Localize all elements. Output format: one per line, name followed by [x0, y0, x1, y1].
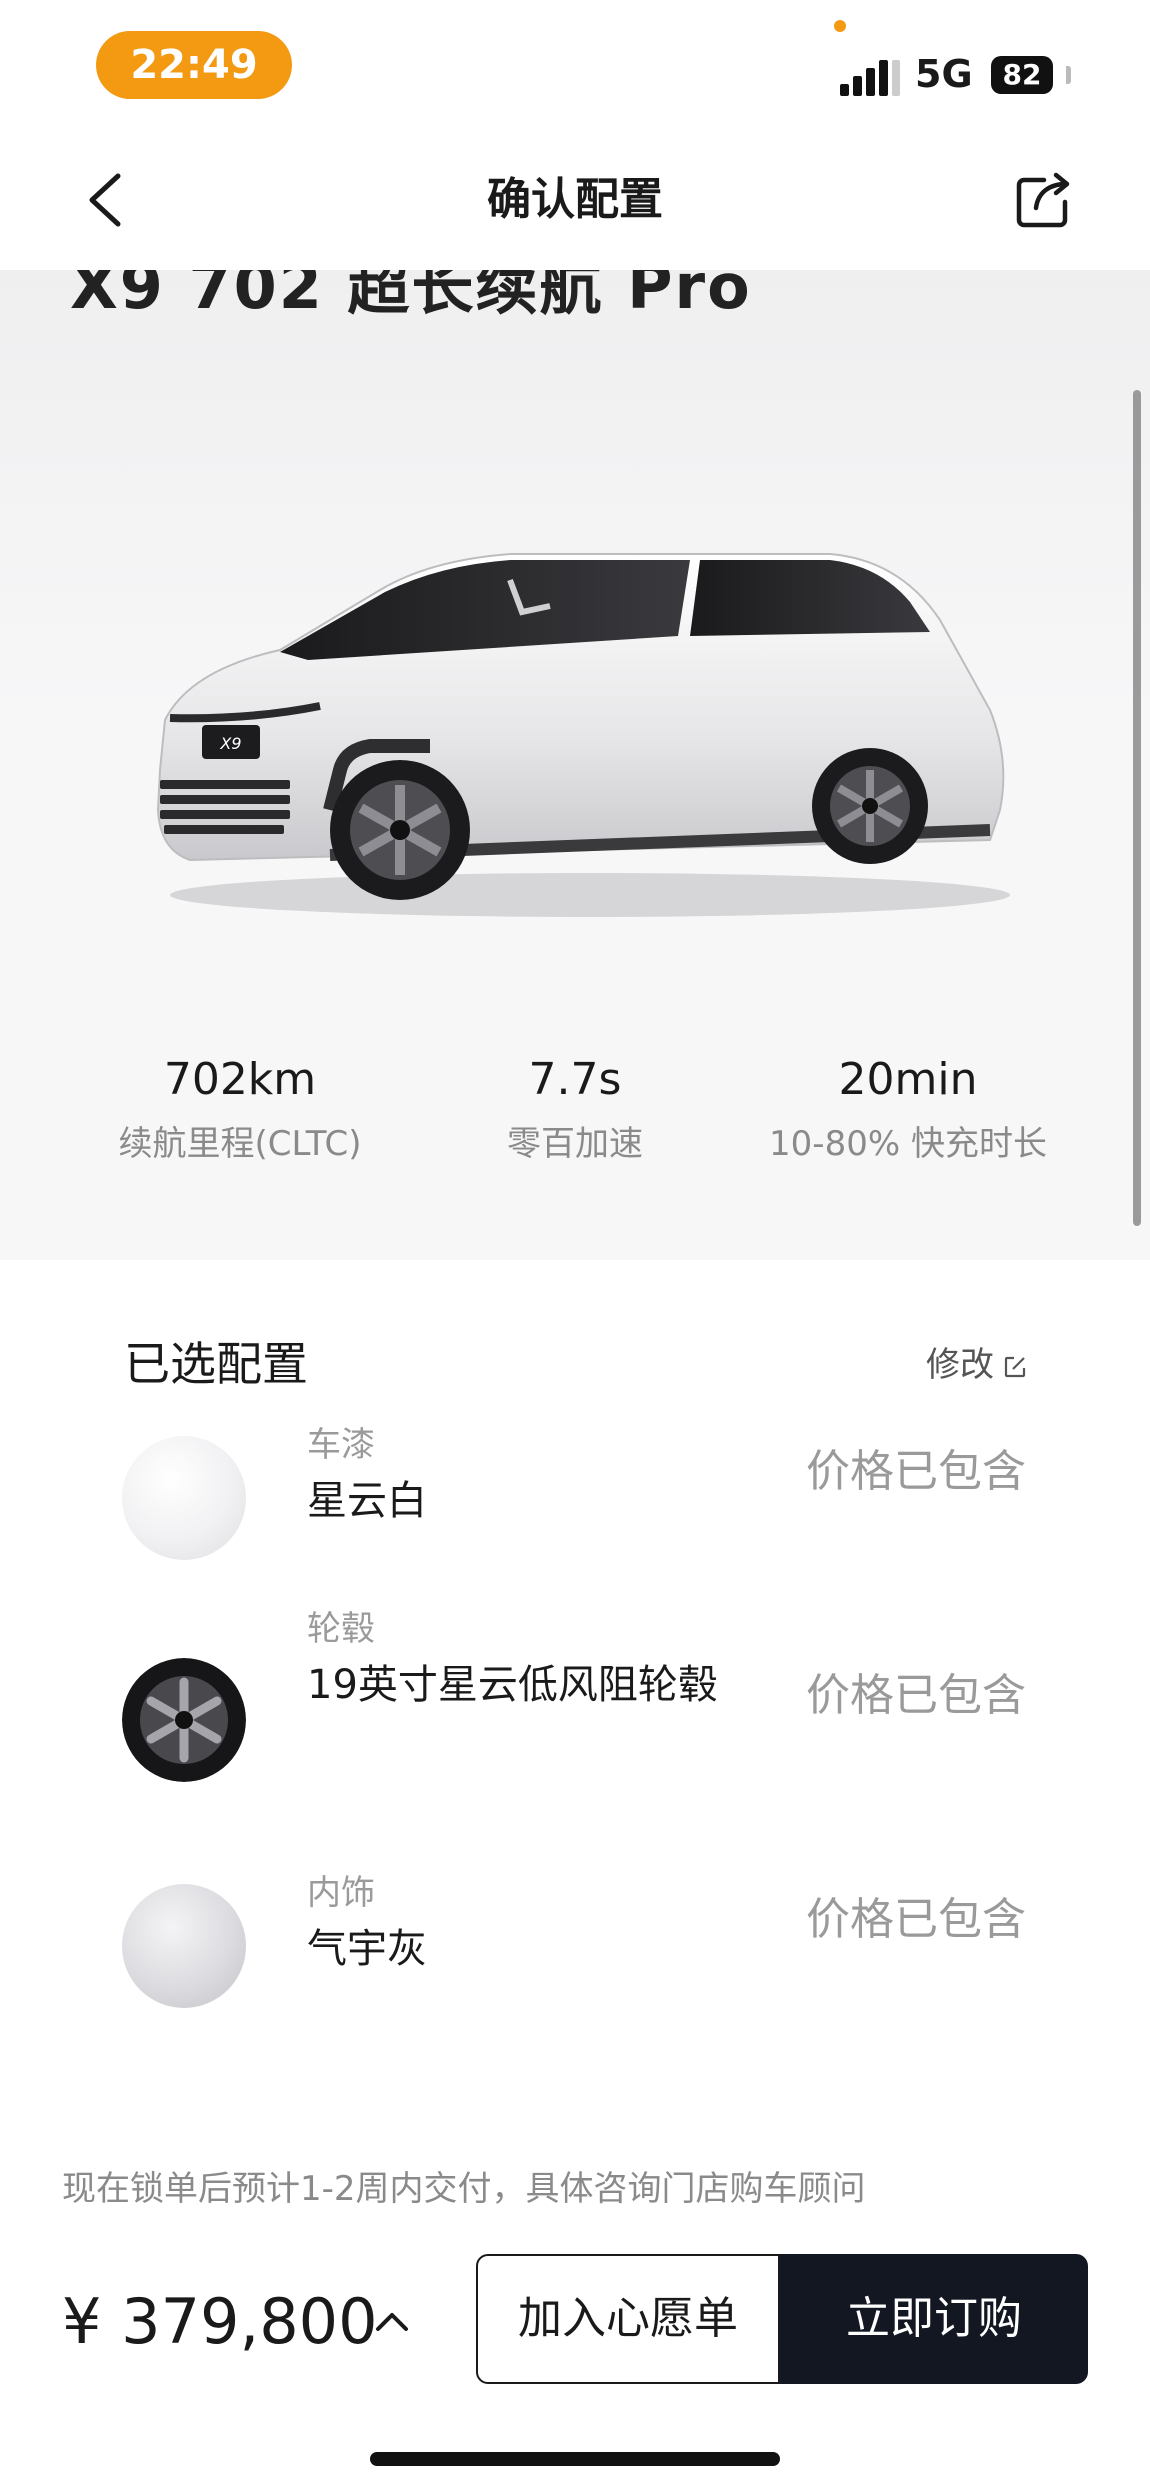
stat-value: 702km: [163, 1054, 317, 1105]
config-item-paint[interactable]: 车漆 星云白 价格已包含: [62, 1400, 1088, 1560]
signal-icon: [840, 60, 900, 96]
config-price: 价格已包含: [806, 1894, 1026, 1945]
car-badge: X9: [219, 734, 241, 753]
stat-range: 702km 续航里程(CLTC): [60, 1045, 420, 1173]
car-image: X9: [156, 553, 1010, 917]
status-time[interactable]: 22:49: [96, 31, 292, 99]
selected-config-card: 已选配置 修改 车漆 星云白 价格已包含 轮毂 19英寸星云低风阻轮毂 价格已包…: [62, 1272, 1088, 2127]
config-value: 19英寸星云低风阻轮毂: [307, 1662, 718, 1708]
battery-icon: 82: [991, 56, 1053, 94]
config-value: 星云白: [307, 1478, 427, 1524]
model-title: X9 702 超长续航 Pro: [70, 270, 752, 323]
config-category: 内饰: [307, 1873, 375, 1913]
wheel-thumbnail: [122, 1658, 246, 1782]
total-price[interactable]: ¥ 379,800: [62, 2272, 378, 2372]
stat-fast-charge: 20min 10-80% 快充时长: [728, 1045, 1088, 1173]
stat-value: 7.7s: [528, 1054, 622, 1105]
network-type: 5G: [915, 52, 973, 96]
edit-config-button[interactable]: 修改: [926, 1340, 1026, 1390]
battery-tip: [1066, 66, 1071, 84]
spec-stats: 702km 续航里程(CLTC) 7.7s 零百加速 20min 10-80% …: [0, 1045, 1150, 1185]
external-link-icon: [1004, 1356, 1026, 1378]
paint-swatch: [122, 1436, 246, 1560]
purchase-bar: 现在锁单后预计1-2周内交付，具体咨询门店购车顾问 ¥ 379,800 加入心愿…: [0, 2140, 1150, 2489]
config-value: 气宇灰: [307, 1926, 427, 1972]
delivery-notice: 现在锁单后预计1-2周内交付，具体咨询门店购车顾问: [62, 2169, 866, 2209]
chevron-up-icon[interactable]: [372, 2305, 412, 2335]
card-title: 已选配置: [124, 1337, 308, 1391]
privacy-indicator-dot: [834, 20, 846, 32]
stat-value: 20min: [838, 1054, 978, 1105]
config-price: 价格已包含: [806, 1670, 1026, 1721]
config-item-wheel[interactable]: 轮毂 19英寸星云低风阻轮毂 价格已包含: [62, 1609, 1088, 1824]
config-category: 车漆: [307, 1425, 375, 1465]
status-bar: 22:49 5G 82: [0, 0, 1150, 130]
config-item-interior[interactable]: 内饰 气宇灰 价格已包含: [62, 1848, 1088, 2008]
config-category: 轮毂: [307, 1609, 375, 1649]
stat-label: 10-80% 快充时长: [769, 1124, 1047, 1164]
add-to-wishlist-button[interactable]: 加入心愿单: [476, 2254, 780, 2384]
nav-bar: 确认配置: [0, 130, 1150, 270]
interior-swatch: [122, 1884, 246, 2008]
scrollbar[interactable]: [1133, 390, 1141, 1226]
edit-label: 修改: [926, 1345, 994, 1385]
order-now-button[interactable]: 立即订购: [780, 2254, 1088, 2384]
stat-label: 续航里程(CLTC): [118, 1124, 362, 1164]
home-indicator[interactable]: [370, 2452, 780, 2466]
config-price: 价格已包含: [806, 1446, 1026, 1497]
share-icon[interactable]: [1014, 170, 1074, 230]
stat-label: 零百加速: [507, 1124, 643, 1164]
stat-acceleration: 7.7s 零百加速: [395, 1045, 755, 1173]
page-title: 确认配置: [487, 174, 663, 225]
